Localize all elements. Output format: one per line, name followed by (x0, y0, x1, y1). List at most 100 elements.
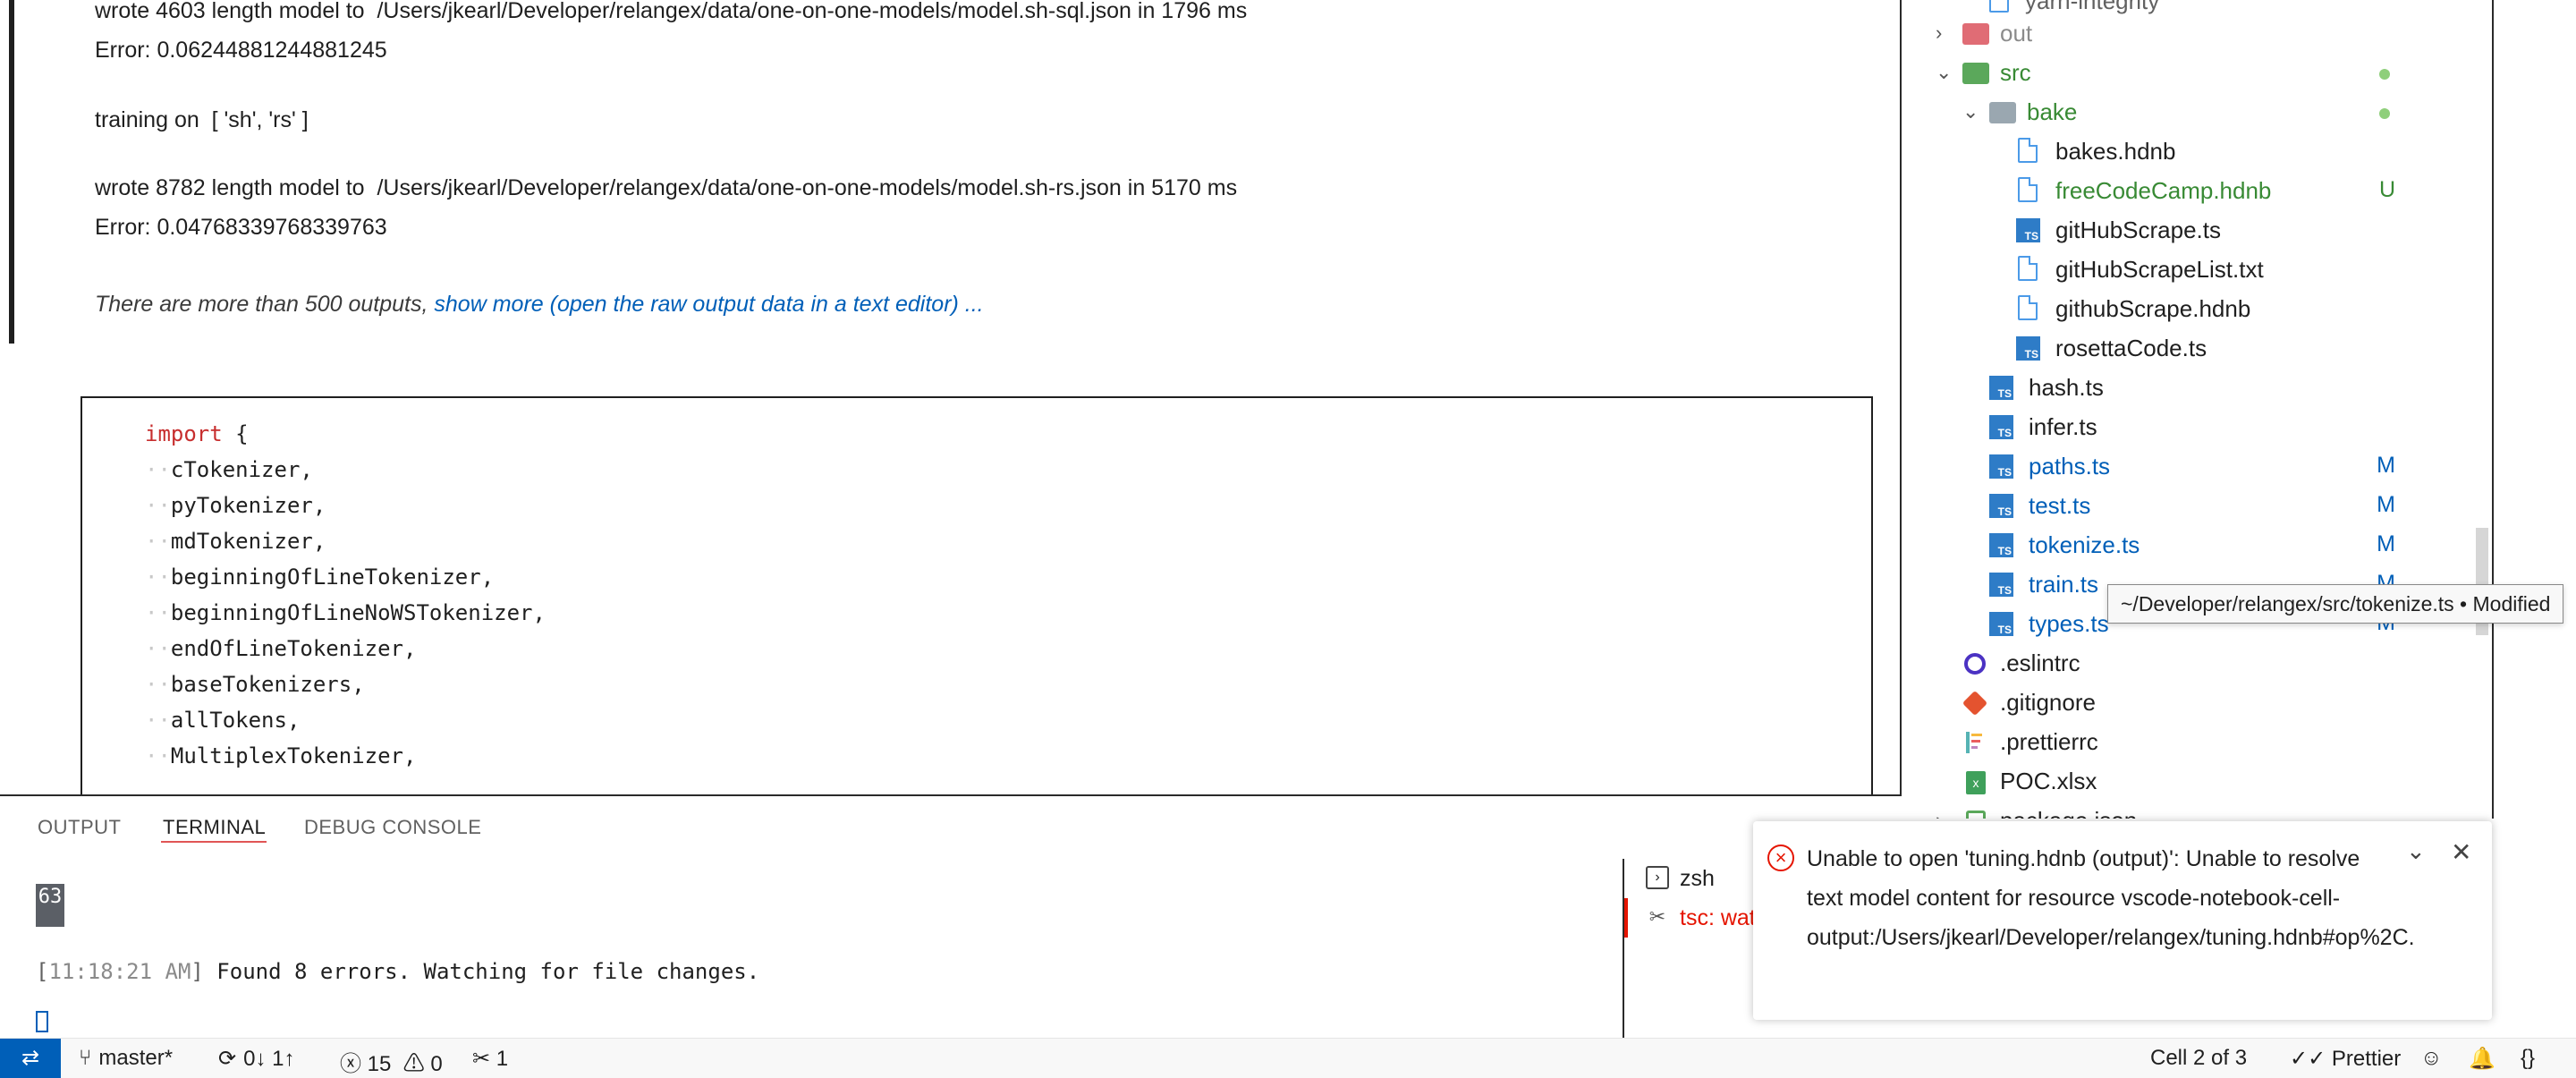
folder-src-icon (1962, 63, 1989, 84)
tree-item-label: train.ts (2029, 571, 2099, 598)
bell-icon[interactable]: 🔔 (2469, 1046, 2496, 1072)
tree-item-label: rosettaCode.ts (2055, 335, 2207, 361)
tree-item-label: package.json (2000, 807, 2137, 819)
chevron-down-icon[interactable]: ⌄ (2406, 837, 2426, 865)
tree-item-bake[interactable]: ⌄ bake (1902, 93, 2492, 132)
terminal-line: [11:18:21 AM] Found 8 errors. Watching f… (36, 959, 760, 984)
tree-item[interactable]: TS hash.ts (1902, 369, 2492, 408)
tree-item-label: src (2000, 59, 2031, 86)
bottom-panel: OUTPUT TERMINAL DEBUG CONSOLE 63 [11:18:… (0, 794, 1903, 1040)
code-line: ··beginningOfLineNoWSTokenizer, (145, 600, 546, 625)
chevron-right-icon: › (1936, 809, 1953, 819)
typescript-icon: TS (1989, 454, 2013, 479)
active-tab-indicator (161, 841, 267, 843)
tree-item[interactable]: .prettierrc (1902, 723, 2492, 762)
explorer-tree: yarn-integrity › out ⌄ src ⌄ bake bakes.… (1902, 0, 2492, 819)
tree-item[interactable]: bakes.hdnb (1902, 132, 2492, 172)
eslint-icon (1964, 653, 1986, 675)
tree-item-out[interactable]: › out (1902, 14, 2492, 54)
tree-item-label: freeCodeCamp.hdnb (2055, 177, 2272, 204)
file-path-tooltip: ~/Developer/relangex/src/tokenize.ts • M… (2107, 584, 2564, 624)
branch-status[interactable]: ⑂ master* (79, 1046, 173, 1071)
typescript-icon: TS (1989, 612, 2013, 636)
tree-item[interactable]: .eslintrc (1902, 644, 2492, 683)
terminal-name: zsh (1680, 866, 1715, 891)
ports-status[interactable]: ✂ 1 (472, 1046, 508, 1072)
code-cell[interactable]: import { ··cTokenizer, ··pyTokenizer, ··… (80, 396, 1873, 794)
code-line: import { (145, 421, 249, 446)
sync-status[interactable]: ⟳ 0↓ 1↑ (218, 1046, 294, 1072)
tree-item[interactable]: TS paths.ts M (1902, 447, 2492, 487)
feedback-icon[interactable]: ☺ (2420, 1046, 2443, 1071)
tree-item-label: paths.ts (2029, 453, 2111, 480)
braces-icon[interactable]: {} (2521, 1046, 2535, 1071)
tree-item[interactable]: githubScrape.hdnb (1902, 290, 2492, 329)
output-line: Error: 0.04768339768339763 (95, 215, 387, 240)
tools-icon: ✂ (472, 1047, 491, 1071)
tree-item[interactable]: x POC.xlsx (1902, 762, 2492, 802)
code-line: ··pyTokenizer, (145, 493, 326, 518)
tree-item-label: hash.ts (2029, 374, 2104, 401)
show-more-link[interactable]: show more (open the raw output data in a… (434, 292, 983, 317)
output-line: training on [ 'sh', 'rs' ] (95, 107, 309, 132)
status-bar: ⇄ ⑂ master* ⟳ 0↓ 1↑ ⓧ 15 ⚠ 0 ✂ 1 Cell 2 of… (0, 1038, 2576, 1078)
tools-icon: ✂ (1648, 905, 1666, 928)
output-line: wrote 4603 length model to /Users/jkearl… (95, 0, 1248, 23)
problems-status[interactable]: ⓧ 15 ⚠ 0 (340, 1046, 443, 1077)
tree-item-label: .prettierrc (2000, 728, 2098, 755)
tree-item-label: test.ts (2029, 492, 2091, 519)
tab-terminal[interactable]: TERMINAL (163, 816, 266, 839)
typescript-icon: TS (2016, 336, 2040, 361)
tree-item[interactable]: TS tokenize.ts M (1902, 526, 2492, 565)
tree-item-src[interactable]: ⌄ src (1902, 54, 2492, 93)
typescript-icon: TS (1989, 494, 2013, 518)
tree-item[interactable]: gitHubScrapeList.txt (1902, 250, 2492, 290)
tree-item[interactable]: › package.json (1902, 802, 2492, 819)
chevron-down-icon: ⌄ (1936, 61, 1953, 83)
code-line: ··allTokens, (145, 708, 301, 733)
tree-item[interactable]: freeCodeCamp.hdnb U (1902, 172, 2492, 211)
code-line: ··baseTokenizers, (145, 672, 365, 697)
excel-icon: x (1966, 771, 1986, 794)
typescript-icon: TS (1989, 376, 2013, 400)
chevron-down-icon: ⌄ (1962, 100, 1979, 123)
cell-indicator[interactable]: Cell 2 of 3 (2150, 1046, 2247, 1071)
chevron-right-icon: › (1936, 21, 1943, 44)
git-status-badge: U (2378, 177, 2395, 202)
code-line: ··endOfLineTokenizer, (145, 636, 417, 661)
tree-item-label: out (2000, 20, 2033, 47)
code-line: ··beginningOfLineTokenizer, (145, 564, 495, 590)
tree-item[interactable]: .gitignore (1902, 683, 2492, 723)
tab-output[interactable]: OUTPUT (38, 816, 121, 839)
git-icon (1962, 690, 1988, 717)
remote-indicator-button[interactable]: ⇄ (0, 1039, 61, 1078)
tree-item[interactable]: TS infer.ts (1902, 408, 2492, 447)
terminal-highlight: 63 (36, 884, 64, 927)
code-line: ··mdTokenizer, (145, 529, 326, 554)
terminal-icon: › (1646, 866, 1669, 889)
tree-item-label: tokenize.ts (2029, 531, 2140, 558)
typescript-icon: TS (1989, 415, 2013, 439)
tab-debug-console[interactable]: DEBUG CONSOLE (304, 816, 481, 839)
terminal-message: Found 8 errors. Watching for file change… (203, 959, 760, 984)
typescript-icon: TS (1989, 533, 2013, 557)
typescript-icon: TS (2016, 218, 2040, 242)
tree-item-label: bakes.hdnb (2055, 138, 2176, 165)
error-notification: × Unable to open 'tuning.hdnb (output)':… (1753, 821, 2492, 1020)
tree-item-label: types.ts (2029, 610, 2109, 637)
modified-dot (2379, 108, 2390, 119)
tree-item[interactable]: TS rosettaCode.ts (1902, 329, 2492, 369)
close-icon[interactable]: ✕ (2451, 837, 2471, 867)
notebook-editor: wrote 4603 length model to /Users/jkearl… (0, 0, 1902, 794)
tree-item[interactable]: TS gitHubScrape.ts (1902, 211, 2492, 250)
tree-item-label: gitHubScrape.ts (2055, 216, 2221, 243)
error-icon: × (1767, 845, 1794, 871)
notification-message: Unable to open 'tuning.hdnb (output)': U… (1807, 846, 2415, 950)
code-line: ··cTokenizer, (145, 457, 313, 482)
npm-icon (1966, 811, 1986, 819)
file-icon (2018, 295, 2038, 320)
tree-item-label: bake (2027, 98, 2078, 125)
tree-item[interactable]: TS test.ts M (1902, 487, 2492, 526)
output-truncation: There are more than 500 outputs, show mo… (95, 292, 984, 318)
prettier-status[interactable]: ✓✓ Prettier (2290, 1046, 2401, 1072)
